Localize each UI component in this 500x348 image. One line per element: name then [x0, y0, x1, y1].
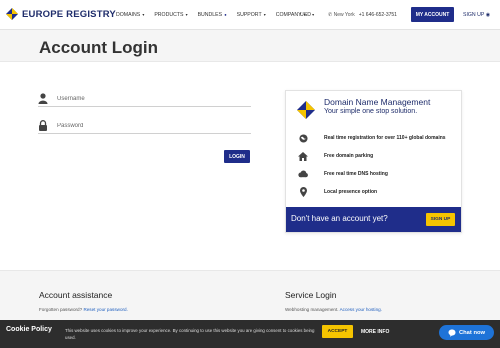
- webhosting-text: Webhosting management.: [285, 307, 339, 312]
- account-assistance-section: Account assistance Forgotten password? R…: [39, 290, 128, 312]
- service-login-heading: Service Login: [285, 290, 337, 300]
- feature-item: Real time registration for over 110+ glo…: [298, 133, 446, 143]
- brand-mark-icon: [297, 101, 315, 119]
- cookie-banner: Cookie Policy This website uses cookies …: [0, 320, 500, 348]
- nav-support-label: SUPPORT: [236, 12, 262, 18]
- chat-now-label: Chat now: [458, 329, 486, 336]
- nav-support[interactable]: SUPPORT ▾: [237, 12, 266, 18]
- feature-text: Free domain parking: [324, 153, 374, 159]
- feature-text: Local presence option: [324, 189, 378, 195]
- phone-number: +1 646-652-3751: [358, 12, 397, 18]
- cookie-text: This website uses cookies to improve you…: [65, 328, 315, 340]
- nav-products[interactable]: PRODUCTS ▾: [154, 12, 187, 18]
- caret-down-icon: ▾: [141, 12, 145, 17]
- logo[interactable]: EUROPE REGISTRY: [6, 8, 116, 20]
- location-text: New York: [333, 12, 355, 18]
- accept-cookies-button[interactable]: ACCEPT: [322, 325, 353, 338]
- nav-domains-label: DOMAINS: [116, 12, 141, 18]
- card-signup-button[interactable]: SIGN UP: [426, 213, 455, 226]
- feature-text: Free real time DNS hosting: [324, 171, 388, 177]
- domain-management-card: Domain Name Management Your simple one s…: [285, 90, 462, 233]
- location-label: ✆ New York: [328, 12, 355, 18]
- forgot-password-text: Forgotten password?: [39, 307, 83, 312]
- account-assistance-text: Forgotten password? Reset your password.: [39, 307, 128, 312]
- currency-label: USD: [300, 12, 311, 18]
- access-hosting-link[interactable]: Access your hosting.: [340, 307, 382, 312]
- service-login-section: Service Login Webhosting management. Acc…: [285, 290, 382, 312]
- my-account-button[interactable]: MY ACCOUNT: [411, 7, 454, 22]
- cloud-icon: [298, 169, 308, 179]
- user-icon: ◉: [485, 12, 491, 18]
- account-assistance-heading: Account assistance: [39, 290, 113, 300]
- nav-products-label: PRODUCTS: [154, 12, 184, 18]
- feature-item: Free real time DNS hosting: [298, 169, 388, 179]
- nav-company-label: COMPANY: [275, 12, 302, 18]
- nav-domains[interactable]: DOMAINS ▾: [116, 12, 144, 18]
- nav-bundles[interactable]: BUNDLES ●: [198, 12, 227, 18]
- caret-down-icon: ▾: [262, 12, 266, 17]
- logo-text: EUROPE REGISTRY: [22, 8, 116, 20]
- user-icon: [38, 93, 48, 104]
- password-field: [38, 118, 251, 134]
- currency-selector[interactable]: USD ▾: [300, 12, 314, 18]
- card-title: Domain Name Management: [324, 97, 431, 107]
- feature-text: Real time registration for over 110+ glo…: [324, 135, 446, 141]
- password-input[interactable]: [57, 119, 247, 132]
- home-icon: [298, 151, 308, 161]
- feature-item: Local presence option: [298, 187, 377, 197]
- username-input[interactable]: [57, 92, 247, 105]
- caret-down-icon: ▾: [310, 12, 315, 17]
- reset-password-link[interactable]: Reset your password.: [83, 307, 127, 312]
- more-info-link[interactable]: MORE INFO: [361, 329, 389, 335]
- caret-down-icon: ▾: [184, 12, 188, 17]
- card-subtitle: Your simple one stop solution.: [324, 108, 418, 115]
- page-title: Account Login: [39, 38, 158, 57]
- main-nav: DOMAINS ▾ PRODUCTS ▾ BUNDLES ● SUPPORT ▾…: [116, 12, 316, 18]
- chat-bubble-icon: [448, 329, 456, 337]
- nav-bundles-label: BUNDLES: [197, 12, 223, 18]
- phone-contact[interactable]: ✆ New York +1 646-652-3751: [328, 12, 397, 18]
- service-login-text: Webhosting management. Access your hosti…: [285, 307, 382, 312]
- login-button[interactable]: LOGIN: [224, 150, 250, 163]
- bell-icon: ●: [223, 12, 227, 17]
- logo-mark-icon: [6, 8, 18, 20]
- sign-up-link[interactable]: SIGN UP ◉: [463, 12, 490, 18]
- map-pin-icon: [298, 187, 308, 197]
- globe-icon: [298, 133, 308, 143]
- chat-now-button[interactable]: Chat now: [439, 325, 494, 340]
- lock-icon: [39, 120, 47, 131]
- username-field: [38, 91, 251, 107]
- cookie-title: Cookie Policy: [6, 326, 52, 333]
- feature-item: Free domain parking: [298, 151, 373, 161]
- top-navbar: EUROPE REGISTRY DOMAINS ▾ PRODUCTS ▾ BUN…: [0, 0, 500, 30]
- card-signup-banner: Don't have an account yet? SIGN UP: [286, 207, 461, 232]
- sign-up-label: SIGN UP: [463, 12, 485, 18]
- signup-prompt: Don't have an account yet?: [291, 214, 388, 223]
